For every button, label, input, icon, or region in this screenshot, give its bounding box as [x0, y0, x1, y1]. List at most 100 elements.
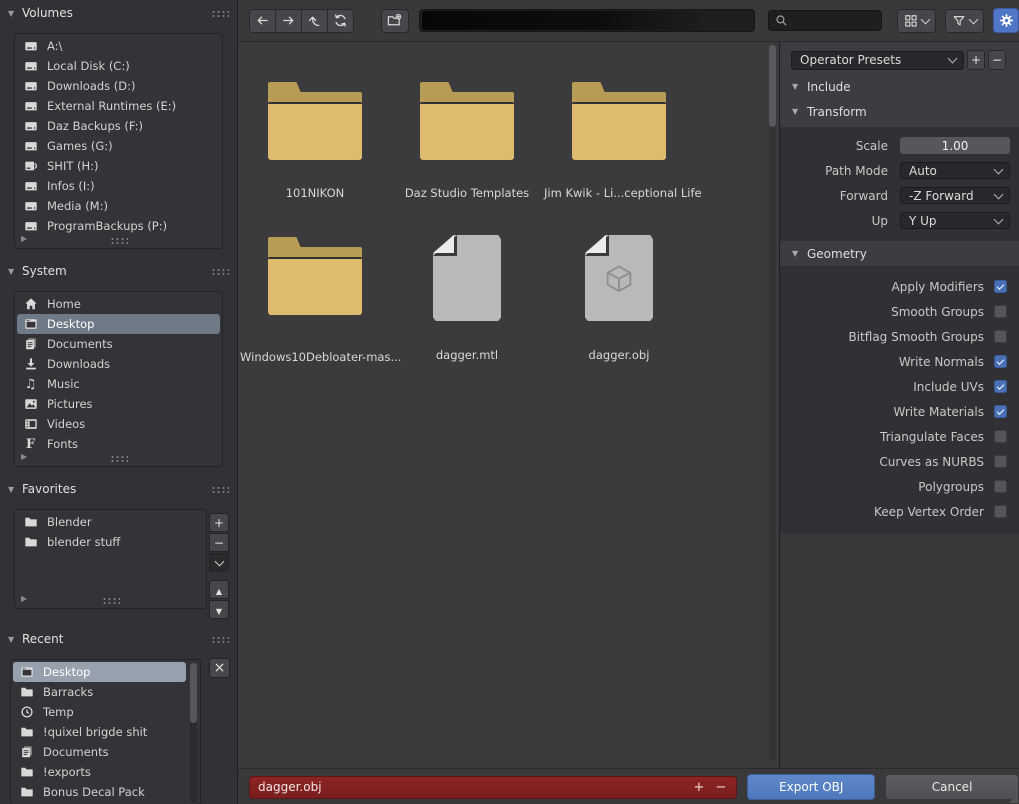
path-mode-dropdown[interactable]: Auto — [900, 162, 1010, 179]
volume-item[interactable]: Daz Backups (F:) — [17, 116, 220, 136]
collapse-triangle-icon[interactable] — [8, 485, 22, 494]
refresh-button[interactable] — [327, 9, 353, 32]
export-obj-button[interactable]: Export OBJ — [747, 774, 876, 800]
system-item-downloads[interactable]: Downloads — [17, 354, 220, 374]
checkbox[interactable] — [994, 480, 1007, 493]
file-item[interactable]: 101NIKON — [240, 82, 390, 200]
favorites-specials-menu-button[interactable] — [209, 553, 229, 572]
forward-button[interactable] — [275, 9, 302, 32]
panel-grip-icon[interactable] — [211, 635, 229, 643]
volume-item[interactable]: Infos (I:) — [17, 176, 220, 196]
expand-triangle-icon[interactable] — [21, 452, 27, 461]
decrement-filename-icon[interactable] — [715, 780, 726, 795]
search-input[interactable] — [767, 10, 883, 31]
operator-presets-dropdown[interactable]: Operator Presets — [791, 50, 964, 70]
display-mode-button[interactable] — [897, 8, 936, 33]
resize-grip-icon[interactable] — [109, 237, 128, 244]
system-item-videos[interactable]: Videos — [17, 414, 220, 434]
expand-triangle-icon[interactable] — [21, 234, 27, 243]
checkbox[interactable] — [994, 455, 1007, 468]
collapse-triangle-icon[interactable] — [8, 267, 22, 276]
recent-item[interactable]: Desktop — [13, 662, 186, 682]
up-directory-button[interactable] — [301, 9, 328, 32]
resize-grip-icon[interactable] — [109, 455, 128, 462]
system-item-music[interactable]: ♫ Music — [17, 374, 220, 394]
resize-grip-icon[interactable] — [101, 597, 120, 604]
file-item[interactable]: dagger.obj — [544, 235, 694, 362]
checkbox[interactable] — [994, 280, 1007, 293]
toggle-options-button[interactable] — [993, 8, 1019, 33]
collapse-triangle-icon[interactable] — [8, 635, 22, 644]
volume-item[interactable]: Downloads (D:) — [17, 76, 220, 96]
system-item-pictures[interactable]: Pictures — [17, 394, 220, 414]
section-header-geometry[interactable]: Geometry — [780, 241, 1019, 266]
system-item-home[interactable]: Home — [17, 294, 220, 314]
back-button[interactable] — [250, 9, 276, 32]
favorite-item[interactable]: blender stuff — [17, 532, 204, 552]
remove-preset-button[interactable] — [988, 50, 1006, 70]
collapse-triangle-icon[interactable] — [8, 9, 22, 18]
file-area-scrollbar-thumb[interactable] — [769, 45, 776, 127]
area-resize-corner-icon[interactable] — [1009, 794, 1018, 803]
recent-item[interactable]: Temp — [13, 702, 198, 722]
panel-grip-icon[interactable] — [211, 9, 229, 17]
panel-grip-icon[interactable] — [211, 267, 229, 275]
checkbox[interactable] — [994, 380, 1007, 393]
panel-header-favorites[interactable]: Favorites — [0, 478, 237, 500]
recent-item[interactable]: Documents — [13, 742, 198, 762]
checkbox[interactable] — [994, 355, 1007, 368]
folder-icon — [23, 535, 38, 550]
create-directory-button[interactable] — [380, 8, 410, 33]
favorite-item[interactable]: Blender — [17, 512, 204, 532]
move-favorite-down-button[interactable] — [209, 600, 229, 619]
volume-item[interactable]: Media (M:) — [17, 196, 220, 216]
volume-item[interactable]: External Runtimes (E:) — [17, 96, 220, 116]
recent-item[interactable]: Bonus Decal Pack — [13, 782, 198, 802]
volume-item[interactable]: A:\ — [17, 36, 220, 56]
volume-item[interactable]: ProgramBackups (P:) — [17, 216, 220, 236]
file-item[interactable]: dagger.mtl — [392, 235, 542, 362]
checkbox[interactable] — [994, 305, 1007, 318]
panel-title: Favorites — [22, 482, 77, 496]
increment-filename-icon[interactable] — [693, 780, 704, 795]
file-grid-area[interactable]: 101NIKON Daz Studio Templates Jim Kwik -… — [238, 42, 779, 768]
add-favorite-button[interactable] — [209, 513, 229, 532]
scale-number-field[interactable]: 1.00 — [900, 137, 1010, 154]
volume-item[interactable]: SHIT (H:) — [17, 156, 220, 176]
recent-scrollbar-thumb[interactable] — [190, 663, 197, 723]
panel-header-system[interactable]: System — [0, 260, 237, 282]
settings-gear-icon — [999, 14, 1013, 27]
directory-path-input[interactable] — [419, 9, 755, 32]
volume-item[interactable]: Local Disk (C:) — [17, 56, 220, 76]
file-item[interactable]: Windows10Debloater-mas... — [240, 237, 401, 364]
recent-item[interactable]: !exports — [13, 762, 198, 782]
expand-triangle-icon[interactable] — [21, 594, 27, 603]
recent-item[interactable]: Barracks — [13, 682, 198, 702]
forward-axis-dropdown[interactable]: -Z Forward — [900, 187, 1010, 204]
add-preset-button[interactable] — [967, 50, 985, 70]
file-item[interactable]: Daz Studio Templates — [392, 82, 542, 200]
section-header-include[interactable]: Include — [780, 74, 1019, 99]
checkbox[interactable] — [994, 505, 1007, 518]
panel-header-recent[interactable]: Recent — [0, 628, 237, 650]
file-item[interactable]: Jim Kwik - Li...ceptional Life — [544, 82, 702, 200]
system-item-desktop[interactable]: Desktop — [17, 314, 220, 334]
cancel-button[interactable]: Cancel — [885, 774, 1019, 800]
system-item-fonts[interactable]: F Fonts — [17, 434, 220, 454]
recent-item[interactable]: !quixel brigde shit — [13, 722, 198, 742]
file-area-scrollbar-track[interactable] — [769, 45, 776, 761]
checkbox[interactable] — [994, 405, 1007, 418]
volume-item[interactable]: Games (G:) — [17, 136, 220, 156]
filename-input[interactable]: dagger.obj — [249, 775, 738, 799]
section-header-transform[interactable]: Transform — [780, 99, 1019, 124]
checkbox[interactable] — [994, 430, 1007, 443]
system-item-documents[interactable]: Documents — [17, 334, 220, 354]
panel-grip-icon[interactable] — [211, 485, 229, 493]
clear-recent-button[interactable] — [209, 658, 230, 678]
filter-button[interactable] — [944, 8, 985, 33]
move-favorite-up-button[interactable] — [209, 580, 229, 599]
up-axis-dropdown[interactable]: Y Up — [900, 212, 1010, 229]
panel-header-volumes[interactable]: Volumes — [0, 2, 237, 24]
remove-favorite-button[interactable] — [209, 533, 229, 552]
checkbox[interactable] — [994, 330, 1007, 343]
